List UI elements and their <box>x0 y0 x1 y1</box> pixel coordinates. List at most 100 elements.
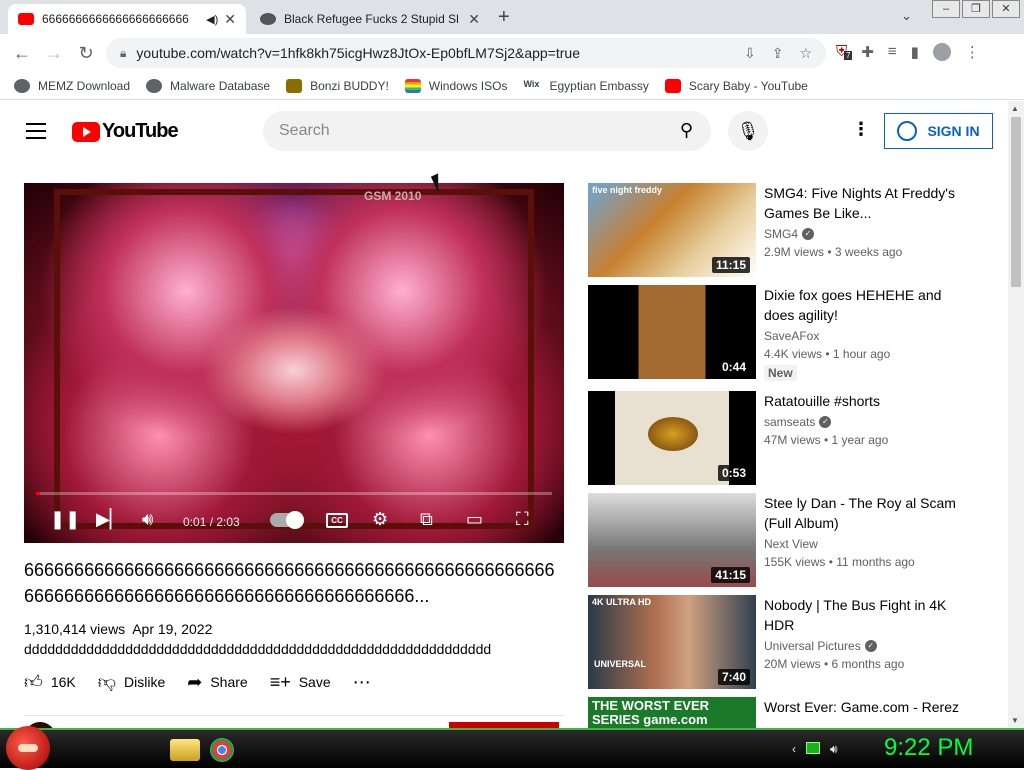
scrollbar-thumb[interactable] <box>1011 117 1021 287</box>
duration-badge: 41:15 <box>711 567 750 583</box>
url-text[interactable]: youtube.com/watch?v=1hfk8kh75icgHwz8JtOx… <box>136 45 580 61</box>
video-thumbnail[interactable]: 4K ULTRA HD UNIVERSAL 7:40 <box>588 595 756 689</box>
video-thumbnail[interactable]: THE WORST EVER SERIES game.com <box>588 697 756 728</box>
lock-icon[interactable]: 🔒︎ <box>120 46 126 61</box>
sign-in-button[interactable]: SIGN IN <box>884 113 993 149</box>
chrome-menu-icon[interactable]: ⋮ <box>965 43 980 61</box>
more-icon: ⋯ <box>352 671 371 692</box>
bookmark-scary-baby[interactable]: Scary Baby - YouTube <box>664 78 808 93</box>
share-icon[interactable]: ⇪ <box>772 45 784 62</box>
list-item[interactable]: 0:53 Ratatouille #shorts samseats ✓ 47M v… <box>588 391 988 485</box>
video-thumbnail[interactable]: five night freddy 11:15 <box>588 183 756 277</box>
rec-title[interactable]: Dixie fox goes HEHEHE and does agility! <box>764 285 974 325</box>
close-window-button[interactable]: ✕ <box>992 0 1020 18</box>
gear-icon[interactable]: ⚙ <box>372 509 388 530</box>
tab-youtube[interactable]: 6666666666666666666666 ◀︎) ✕ <box>8 4 246 34</box>
speaker-icon[interactable]: 🔊︎ <box>830 742 838 757</box>
page-scrollbar[interactable]: ▲ ▼ <box>1008 101 1024 728</box>
back-button[interactable]: ← <box>6 43 38 64</box>
rec-channel[interactable]: Universal Pictures ✓ <box>764 639 974 653</box>
theater-mode-icon[interactable]: ▭ <box>466 509 483 530</box>
start-button[interactable] <box>6 726 50 770</box>
share-button[interactable]: ➦ Share <box>187 672 247 693</box>
progress-bar[interactable] <box>36 492 552 495</box>
extension-shield-icon[interactable]: ⛨ 7 <box>836 43 853 61</box>
search-input[interactable]: Search ⚲ <box>263 111 711 151</box>
dislike-button[interactable]: 👎︎ Dislike <box>98 671 166 693</box>
progress-fill <box>36 492 41 495</box>
bonzi-favicon-icon <box>260 13 276 25</box>
verified-check-icon: ✓ <box>864 640 877 652</box>
forward-button[interactable]: → <box>38 43 70 64</box>
file-explorer-icon[interactable] <box>170 739 200 761</box>
install-icon[interactable]: ⇩ <box>744 45 756 62</box>
rec-channel[interactable]: samseats ✓ <box>764 415 974 429</box>
fullscreen-icon[interactable]: ⛶ <box>516 509 529 530</box>
menu-hamburger-icon[interactable] <box>26 123 46 144</box>
more-actions-button[interactable]: ⋯ <box>353 672 379 693</box>
bookmark-memz[interactable]: MEMZ Download <box>14 78 130 93</box>
rec-channel[interactable]: SaveAFox <box>764 329 974 343</box>
maximize-button[interactable]: ❐ <box>962 0 990 18</box>
pause-icon[interactable]: ❚❚ <box>50 509 80 530</box>
search-icon[interactable]: ⚲ <box>680 120 693 141</box>
settings-menu-icon[interactable]: ⋮ <box>852 119 870 140</box>
list-item[interactable]: 4K ULTRA HD UNIVERSAL 7:40 Nobody | The … <box>588 595 988 689</box>
tab-search-icon[interactable]: ⌄ <box>901 8 912 24</box>
taskbar-clock[interactable]: 9:22 PM <box>884 734 973 762</box>
next-icon[interactable]: ▶▏ <box>96 509 124 530</box>
close-tab-icon[interactable]: ✕ <box>224 11 236 28</box>
list-item[interactable]: 0:44 Dixie fox goes HEHEHE and does agil… <box>588 285 988 381</box>
tray-chevron-icon[interactable]: ‹ <box>792 742 796 757</box>
autoplay-toggle[interactable] <box>270 511 304 529</box>
tab-second[interactable]: Black Refugee Fucks 2 Stupid Sl ✕ <box>250 4 490 34</box>
player-controls: ❚❚ ▶▏ 🔊︎ 0:01 / 2:03 CC ⚙ ⧉ ▭ ⛶ <box>24 503 564 543</box>
reload-button[interactable]: ↻ <box>70 43 102 64</box>
bookmark-embassy[interactable]: Wix Egyptian Embassy <box>523 79 648 93</box>
profile-avatar[interactable] <box>932 43 951 61</box>
rec-stats: 155K views • 11 months ago <box>764 555 915 569</box>
side-panel-icon[interactable]: ▮ <box>911 43 919 61</box>
media-queue-icon[interactable]: ≡ <box>888 43 897 61</box>
video-thumbnail[interactable]: 0:53 <box>588 391 756 485</box>
volume-icon[interactable]: 🔊︎ <box>142 509 153 530</box>
list-item[interactable]: 41:15 Stee ly Dan - The Roy al Scam (Ful… <box>588 493 988 587</box>
rec-title[interactable]: SMG4: Five Nights At Freddy's Games Be L… <box>764 183 974 223</box>
new-tab-button[interactable]: + <box>498 6 510 29</box>
bookmark-star-icon[interactable]: ☆ <box>799 45 812 62</box>
save-button[interactable]: ≡+ Save <box>270 672 331 693</box>
rec-title[interactable]: Stee ly Dan - The Roy al Scam (Full Albu… <box>764 493 974 533</box>
list-item[interactable]: five night freddy 11:15 SMG4: Five Night… <box>588 183 988 277</box>
rec-title[interactable]: Nobody | The Bus Fight in 4K HDR <box>764 595 974 635</box>
universal-logo-icon: UNIVERSAL <box>594 659 647 669</box>
voice-search-button[interactable]: 🎙︎ <box>728 111 768 151</box>
like-button[interactable]: 👍︎ 16K <box>24 671 76 693</box>
battery-icon[interactable] <box>806 742 820 754</box>
list-item[interactable]: THE WORST EVER SERIES game.com Worst Eve… <box>588 697 988 728</box>
video-thumbnail[interactable]: 41:15 <box>588 493 756 587</box>
minimize-button[interactable]: – <box>932 0 960 18</box>
extensions-puzzle-icon[interactable]: ✚ <box>861 43 874 61</box>
audio-icon[interactable]: ◀︎) <box>206 13 218 26</box>
dislike-label: Dislike <box>124 674 166 690</box>
bookmark-windows[interactable]: Windows ISOs <box>404 78 507 93</box>
scroll-down-icon[interactable]: ▼ <box>1011 716 1019 725</box>
address-bar[interactable]: 🔒︎ youtube.com/watch?v=1hfk8kh75icgHwz8J… <box>106 38 826 68</box>
duration-badge: 7:40 <box>717 669 750 685</box>
rec-title[interactable]: Worst Ever: Game.com - Rerez <box>764 697 974 717</box>
rec-channel[interactable]: Next View <box>764 537 974 551</box>
rec-title[interactable]: Ratatouille #shorts <box>764 391 974 411</box>
video-player[interactable]: GSM 2010 ❚❚ ▶▏ 🔊︎ 0:01 / 2:03 CC ⚙ ⧉ ▭ ⛶ <box>24 183 564 543</box>
chrome-taskbar-icon[interactable] <box>210 738 234 762</box>
youtube-logo[interactable]: YouTube <box>72 120 179 143</box>
video-thumbnail[interactable]: 0:44 <box>588 285 756 379</box>
captions-button[interactable]: CC <box>326 513 348 528</box>
bookmark-bonzi[interactable]: Bonzi BUDDY! <box>286 78 389 93</box>
video-description[interactable]: dddddddddddddddddddddddddddddddddddddddd… <box>24 641 564 657</box>
scroll-up-icon[interactable]: ▲ <box>1011 104 1019 113</box>
miniplayer-icon[interactable]: ⧉ <box>420 509 433 530</box>
bookmark-malware[interactable]: Malware Database <box>146 78 270 93</box>
thumbs-up-icon: 👍︎ <box>24 672 43 692</box>
close-tab-icon[interactable]: ✕ <box>468 11 480 28</box>
rec-channel[interactable]: SMG4 ✓ <box>764 227 974 241</box>
